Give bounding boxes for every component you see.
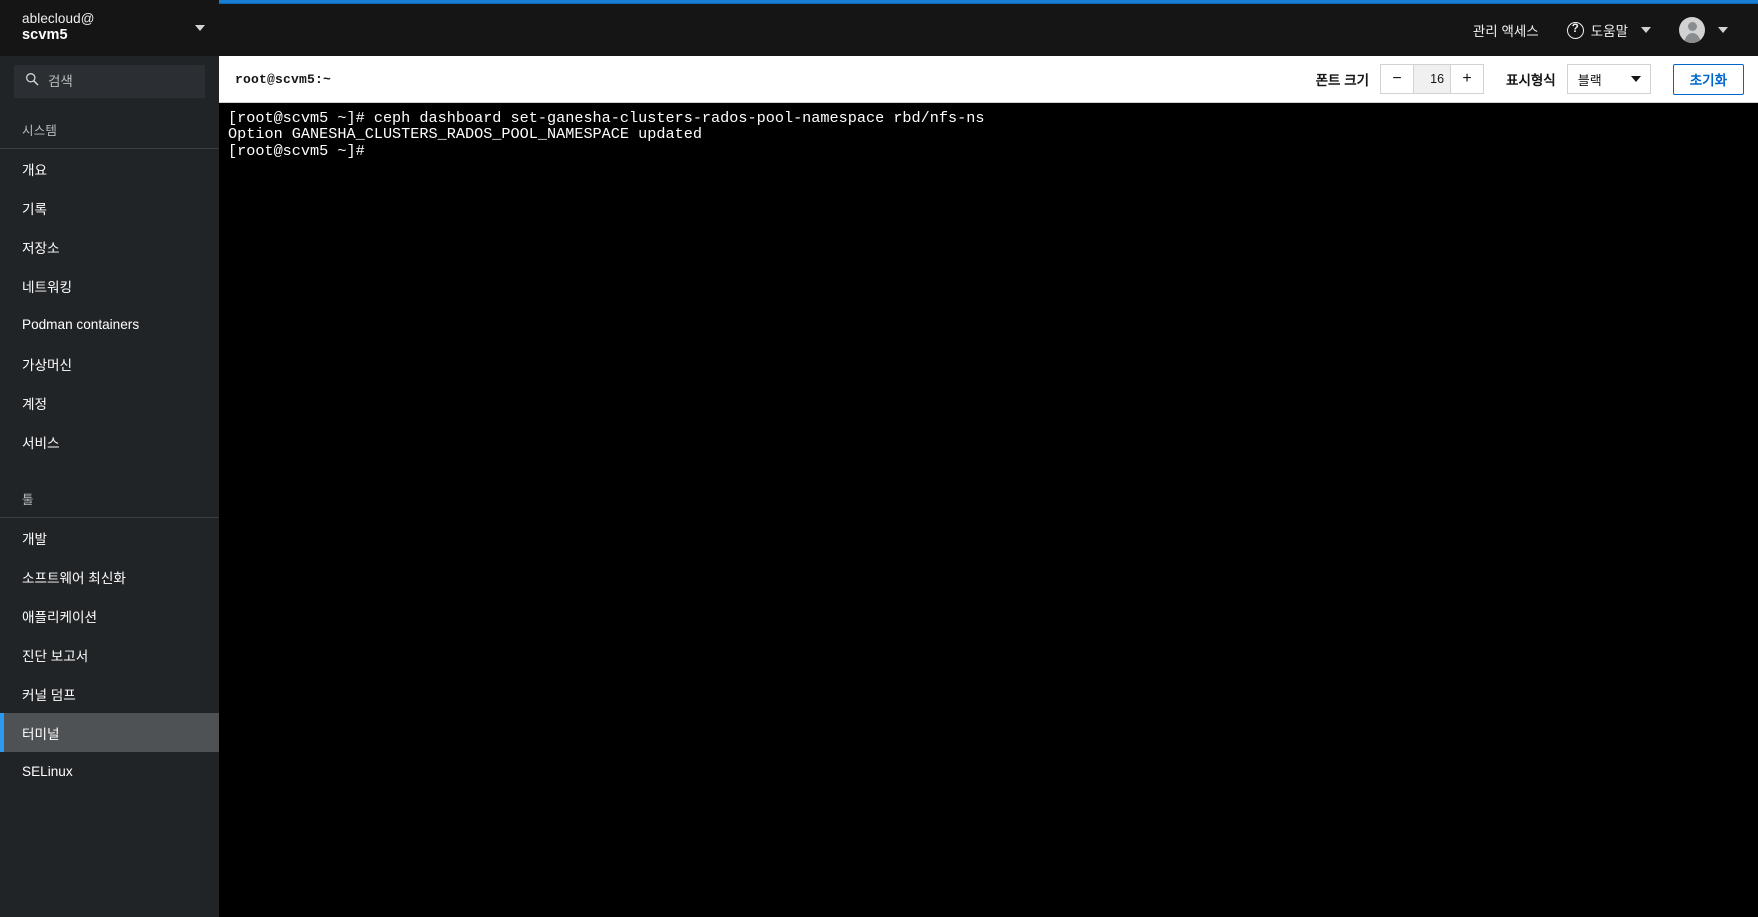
host-switcher-labels: ablecloud@ scvm5 (22, 11, 189, 44)
sidebar-item-label: SELinux (22, 764, 73, 779)
search-icon (25, 72, 39, 91)
sidebar-item-커널-덤프[interactable]: 커널 덤프 (0, 674, 219, 713)
chevron-down-icon (1630, 76, 1641, 82)
sidebar-nav: 시스템개요기록저장소네트워킹 Podman containers 가상머신계정서비스… (0, 110, 219, 917)
cockpit-app: ablecloud@ scvm5 시스템개요기록저장소네트워킹 Podman co… (0, 0, 1758, 917)
sidebar-item-저장소[interactable]: 저장소 (0, 227, 219, 266)
sidebar-item-label: 가상머신 (22, 357, 73, 373)
sidebar-search-wrap (0, 56, 219, 110)
terminal-line: Option GANESHA_CLUSTERS_RADOS_POOL_NAMES… (228, 125, 702, 144)
sidebar-item-터미널[interactable]: 터미널 (0, 713, 219, 752)
search-input[interactable] (48, 74, 194, 89)
host-name: scvm5 (22, 27, 68, 44)
sidebar-item-개발[interactable]: 개발 (0, 518, 219, 557)
sidebar-item-label: 기록 (22, 201, 48, 217)
sidebar-item-개요[interactable]: 개요 (0, 149, 219, 188)
sidebar-item-label: 애플리케이션 (22, 609, 98, 625)
help-menu-button[interactable]: ? 도움말 (1553, 4, 1665, 56)
search-box[interactable] (14, 65, 205, 98)
sidebar-item-label: 계정 (22, 396, 48, 412)
top-header: 관리 액세스 ? 도움말 (219, 4, 1758, 56)
reset-button[interactable]: 초기화 (1672, 63, 1744, 95)
terminal-line: [root@scvm5 ~]# (228, 141, 374, 160)
nav-group-title: 툴 (22, 493, 34, 507)
sidebar-item-label: 네트워킹 (22, 279, 73, 295)
sidebar-item-label: 개요 (22, 162, 48, 178)
font-size-label: 폰트 크기 (1315, 73, 1370, 88)
sidebar-item-소프트웨어-최신화[interactable]: 소프트웨어 최신화 (0, 557, 219, 596)
chevron-down-icon (195, 25, 205, 31)
terminal-screen[interactable]: [root@scvm5 ~]# ceph dashboard set-ganes… (219, 103, 1758, 917)
terminal-title: root@scvm5:~ (235, 71, 332, 87)
font-size-stepper: − 16 + (1380, 64, 1485, 94)
sidebar-item-label: 터미널 (22, 726, 60, 742)
question-circle-icon: ? (1566, 21, 1584, 39)
sidebar-item-기록[interactable]: 기록 (0, 188, 219, 227)
sidebar-item-계정[interactable]: 계정 (0, 383, 219, 422)
sidebar-item-네트워킹[interactable]: 네트워킹 (0, 266, 219, 305)
terminal-line: [root@scvm5 ~]# ceph dashboard set-ganes… (228, 109, 985, 127)
host-user: ablecloud@ (22, 11, 95, 27)
chevron-down-icon (1641, 27, 1651, 33)
admin-access-label: 관리 액세스 (1472, 24, 1539, 39)
admin-access-button[interactable]: 관리 액세스 (1459, 4, 1553, 56)
main-area: 관리 액세스 ? 도움말 root@scvm5:~ 폰트 크기 − 16 + 표… (219, 0, 1758, 917)
sidebar-item-label: 소프트웨어 최신화 (22, 570, 126, 586)
user-menu-button[interactable] (1665, 4, 1742, 56)
terminal-output: [root@scvm5 ~]# ceph dashboard set-ganes… (228, 109, 1758, 160)
sidebar-item-selinux[interactable]: SELinux (0, 752, 219, 791)
help-label: 도움말 (1590, 24, 1628, 39)
sidebar-item-애플리케이션[interactable]: 애플리케이션 (0, 596, 219, 635)
theme-select[interactable]: 블랙 (1566, 64, 1651, 94)
nav-group-spacer (0, 461, 219, 479)
sidebar-item-podman-containers[interactable]: Podman containers (0, 305, 219, 344)
sidebar-item-label: 저장소 (22, 240, 60, 256)
sidebar: ablecloud@ scvm5 시스템개요기록저장소네트워킹 Podman co… (0, 0, 219, 917)
sidebar-item-label: 서비스 (22, 435, 60, 451)
host-switcher[interactable]: ablecloud@ scvm5 (0, 0, 219, 56)
font-size-increase-button[interactable]: + (1451, 65, 1484, 93)
nav-group-title: 시스템 (22, 124, 58, 138)
terminal-controls: 폰트 크기 − 16 + 표시형식 블랙 초기화 (1315, 63, 1744, 95)
sidebar-item-label: 진단 보고서 (22, 648, 89, 664)
sidebar-item-label: 커널 덤프 (22, 687, 76, 703)
user-avatar-icon (1679, 17, 1705, 43)
chevron-down-icon (1718, 27, 1728, 33)
sidebar-item-label: 개발 (22, 531, 48, 547)
terminal-toolbar: root@scvm5:~ 폰트 크기 − 16 + 표시형식 블랙 초기화 (219, 56, 1758, 103)
sidebar-item-진단-보고서[interactable]: 진단 보고서 (0, 635, 219, 674)
font-size-decrease-button[interactable]: − (1381, 65, 1414, 93)
theme-label: 표시형식 (1506, 73, 1556, 88)
sidebar-item-가상머신[interactable]: 가상머신 (0, 344, 219, 383)
sidebar-item-label: Podman containers (22, 317, 140, 332)
font-size-value: 16 (1413, 65, 1452, 93)
sidebar-item-서비스[interactable]: 서비스 (0, 422, 219, 461)
theme-select-value: 블랙 (1577, 72, 1602, 88)
